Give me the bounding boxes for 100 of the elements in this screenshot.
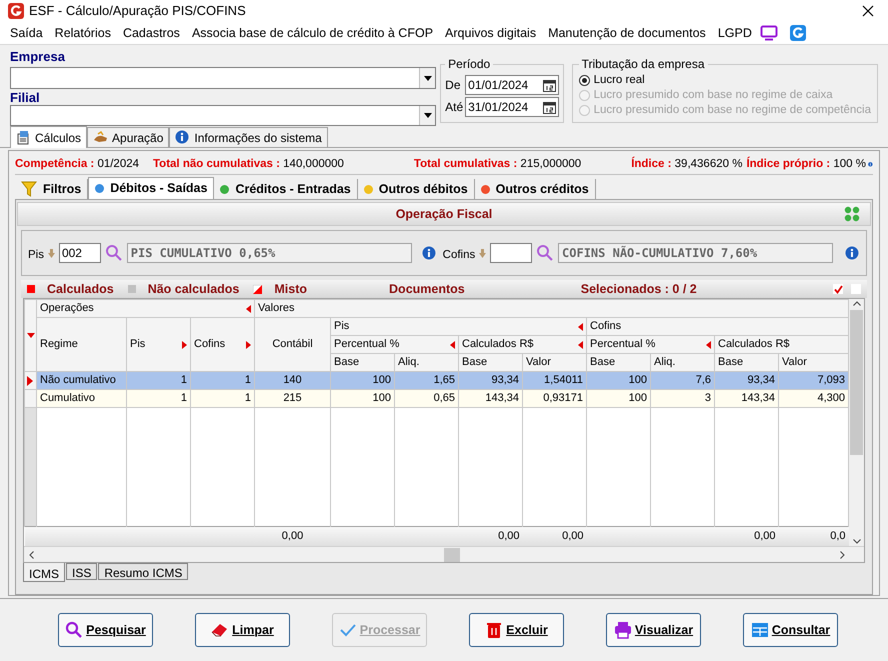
calendar-icon [542,78,556,92]
column-header[interactable]: Cofins [190,318,254,372]
column-header[interactable]: Valor [778,354,848,372]
arrow-icon[interactable] [246,340,251,348]
column-header[interactable]: Base [330,354,394,372]
legend-label: Calculados [47,280,114,298]
arrow-icon[interactable] [246,304,251,312]
dropdown[interactable] [10,105,436,126]
column-header[interactable]: Percentual % [586,336,714,354]
table-cell: 1 [126,390,190,408]
action-button[interactable]: Visualizar [606,613,701,647]
column-header[interactable]: Pis [330,318,586,336]
action-button[interactable]: Limpar [195,613,290,647]
tab[interactable]: Resumo ICMS [98,563,188,580]
group-title: Período [447,56,492,73]
search-icon[interactable] [104,244,123,262]
column-header[interactable]: Base [714,354,778,372]
close-icon[interactable] [862,5,874,17]
tab[interactable]: Informações do sistema [169,127,328,147]
checkbox[interactable] [833,284,843,294]
column-header[interactable]: Percentual % [330,336,458,354]
tab[interactable]: Débitos - Saídas [88,177,214,199]
action-button[interactable]: Consultar [743,613,838,647]
menu-item[interactable]: Associa base de cálculo de crédito à CFOP [186,24,440,42]
column-header[interactable]: Base [586,354,650,372]
column-header[interactable]: Contábil [254,318,330,372]
horizontal-scrollbar[interactable] [24,546,864,562]
menu-item[interactable]: Relatórios [48,24,117,42]
scrollbar-thumb[interactable] [850,310,863,455]
scrollbar-thumb[interactable] [444,548,460,562]
column-header[interactable]: Pis [126,318,190,372]
summary-field: Competência : 01/2024 [15,156,140,174]
column-header[interactable]: Operações [36,300,254,318]
menu-item[interactable]: Cadastros [116,24,186,42]
table-row[interactable]: Cumulativo 1 1 215 100 0,65 143,34 0,93171 100 3 143,34 4,300 [24,390,848,408]
info-icon [175,130,190,145]
tab[interactable]: Apuração [87,127,170,147]
calculator-icon [16,130,31,145]
expand-icon[interactable] [844,206,860,222]
date-field[interactable]: 31/01/2024 [465,97,559,117]
arrow-icon[interactable] [578,340,583,348]
selection-count: Selecionados : 0 / 2 [580,280,697,298]
menu-item[interactable]: Arquivos digitais [439,24,542,42]
menu-item[interactable]: LGPD [712,24,758,42]
table-cell: 0,65 [394,390,458,408]
table-cell: 143,34 [458,390,522,408]
tab[interactable]: Cálculos [10,126,88,148]
app-logo-icon [8,3,24,19]
hand-icon [93,130,108,145]
summary-field: Índice próprio : 100 % [746,156,866,174]
tab[interactable]: ICMS [23,563,65,582]
legend-label: Misto [274,280,308,298]
column-header[interactable]: Calculados R$ [458,336,586,354]
arrow-down-icon [48,248,55,258]
arrow-icon[interactable] [450,340,455,348]
search-icon [65,621,84,639]
arrow-icon[interactable] [578,322,583,330]
chevron-right-icon [840,550,845,558]
description-field: COFINS NÃO-CUMULATIVO 7,60% [558,243,834,263]
info-icon[interactable] [422,246,437,260]
column-header[interactable]: Regime [36,318,126,372]
menu-item[interactable]: Saída [4,24,49,42]
tab[interactable]: ISS [66,563,98,580]
arrow-icon[interactable] [182,340,187,348]
column-header[interactable]: Base [458,354,522,372]
dropdown[interactable] [10,67,436,89]
vertical-scrollbar[interactable] [849,299,864,546]
table-row[interactable]: Não cumulativo 1 1 140 100 1,65 93,34 1,54011 100 7,6 93,34 7,093 [24,372,848,390]
field-label: Até [445,99,464,116]
date-field[interactable]: 01/01/2024 [465,75,559,95]
column-header[interactable]: Valor [522,354,586,372]
arrow-icon[interactable] [706,340,711,348]
radio-button[interactable] [578,75,590,86]
column-header[interactable]: Valores [254,300,848,318]
field-label: Filial [10,90,41,105]
trash-icon [485,621,504,639]
column-header[interactable]: Aliq. [650,354,714,372]
radio-option: Lucro presumido com base no regime de caixa [578,88,871,103]
column-header[interactable]: Calculados R$ [714,336,848,354]
column-header[interactable]: Cofins [586,318,848,336]
action-button[interactable]: Excluir [469,613,564,647]
code-field[interactable] [490,243,532,263]
action-button[interactable]: Pesquisar [58,613,153,647]
sort-arrow-icon[interactable] [27,332,35,338]
summary-field: Total não cumulativas : 140,000000 [153,156,344,174]
summary-field: Índice : 39,436620 % [631,156,742,174]
column-header[interactable]: Aliq. [394,354,458,372]
radio-option[interactable]: Lucro real [578,73,871,88]
table-cell: 215 [254,390,330,408]
section-header: Operação Fiscal [17,202,871,226]
window-title: ESF - Cálculo/Apuração PIS/COFINS [29,2,246,20]
code-field[interactable]: 002 [58,243,101,263]
app-logo-icon[interactable] [790,25,806,41]
menu-item[interactable]: Manutenção de documentos [542,24,712,42]
info-icon[interactable] [845,246,860,260]
monitor-icon[interactable] [760,25,778,41]
table-cell: 0,93171 [522,390,586,408]
table-cell: 100 [330,390,394,408]
search-icon[interactable] [536,244,554,262]
checkbox[interactable] [851,284,861,294]
